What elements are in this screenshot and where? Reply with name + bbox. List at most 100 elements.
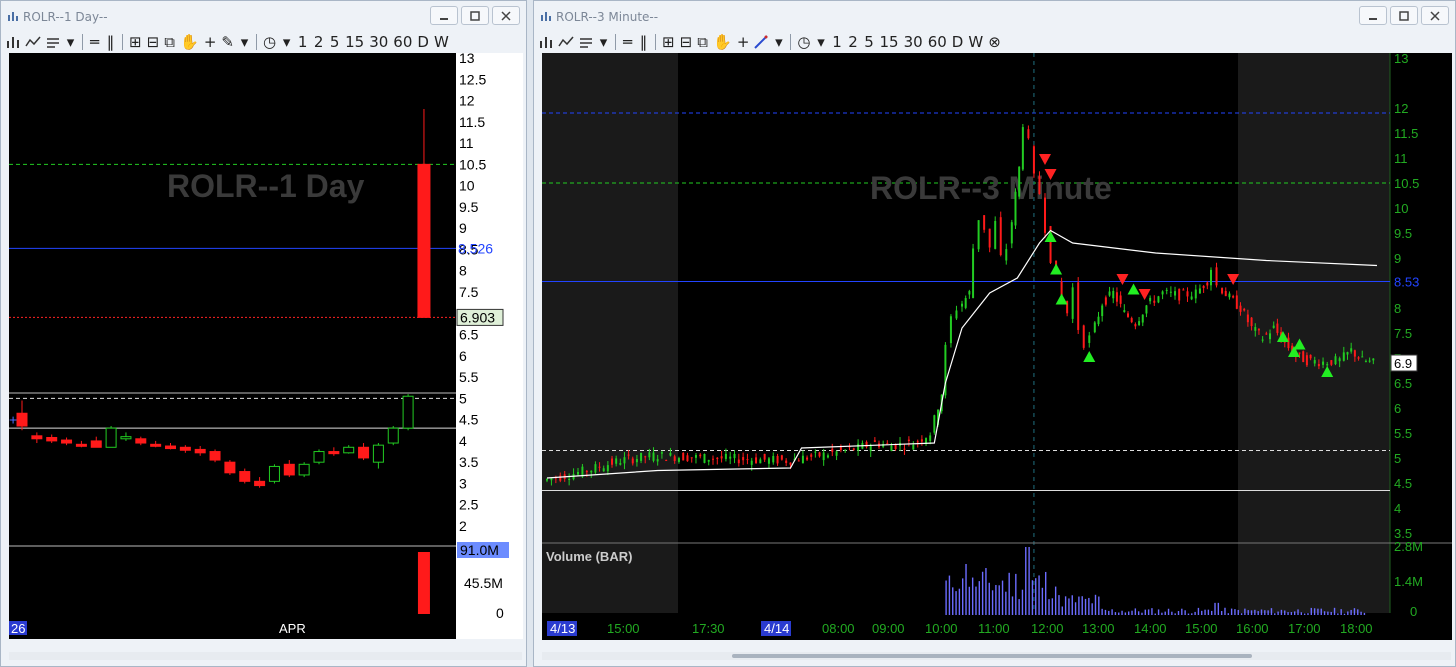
volume-bar [1357, 609, 1359, 615]
volume-bar [1114, 612, 1117, 615]
y-tick-label: 3 [459, 475, 467, 491]
minimize-button[interactable] [430, 6, 458, 25]
candle-body [903, 448, 906, 450]
timeframe-button[interactable]: 2 [847, 32, 860, 52]
timeframe-button[interactable]: D [416, 32, 430, 52]
vline-icon[interactable]: ‖ [104, 32, 117, 52]
candle-body [822, 452, 825, 461]
hand-icon[interactable]: ✋ [712, 32, 733, 52]
candle-body [1350, 348, 1353, 352]
zoom-in-icon[interactable]: ⊞ [128, 32, 143, 52]
chevron-down-icon[interactable]: ▾ [597, 32, 610, 52]
timeframe-button[interactable]: 30 [368, 32, 389, 52]
crosshair-icon[interactable]: + [203, 32, 218, 52]
candle-body [1298, 352, 1301, 354]
chevron-down-icon[interactable]: ▾ [64, 32, 77, 52]
timeframe-button[interactable]: 5 [863, 32, 876, 52]
candle-body [417, 163, 431, 318]
candle-body [873, 440, 876, 442]
hline-icon[interactable]: ═ [621, 32, 634, 52]
maximize-button[interactable] [1390, 6, 1418, 25]
chevron-down-icon[interactable]: ▾ [772, 32, 785, 52]
chevron-down-icon[interactable]: ▾ [280, 32, 293, 52]
chart-watermark: ROLR--3 Minute [870, 170, 1112, 206]
line-chart-icon[interactable] [24, 32, 42, 52]
timeframe-button[interactable]: 5 [328, 32, 341, 52]
titlebar-daily[interactable]: ROLR--1 Day-- [1, 1, 526, 31]
volume-bar [1101, 608, 1103, 615]
daily-chart[interactable]: 1312.51211.51110.5109.598.587.576.565.55… [9, 53, 523, 639]
volume-bar [1131, 610, 1133, 615]
candle-body [1018, 166, 1021, 197]
bar-chart-icon[interactable] [538, 32, 554, 52]
volume-bar [1191, 613, 1193, 615]
clock-icon[interactable]: ◷ [796, 32, 811, 52]
candle-body [46, 437, 58, 442]
volume-bar [1144, 609, 1146, 615]
volume-bar [1303, 613, 1306, 615]
candle-body [1186, 291, 1189, 297]
crosshair-icon[interactable]: + [736, 32, 751, 52]
zoom-out-icon[interactable]: ⊟ [679, 32, 694, 52]
candle-body [611, 458, 614, 465]
volume-bar [1147, 609, 1150, 615]
volume-bar [1048, 599, 1050, 615]
volume-bar [1051, 598, 1054, 615]
hand-icon[interactable]: ✋ [179, 32, 200, 52]
candle-body [298, 463, 310, 476]
clock-icon[interactable]: ◷ [262, 32, 277, 52]
timeframe-button[interactable]: 1 [831, 32, 844, 52]
window-title: ROLR--1 Day-- [23, 10, 108, 24]
horizontal-scrollbar[interactable] [9, 652, 522, 660]
trendline-icon[interactable] [753, 32, 769, 52]
candle-body [844, 449, 847, 451]
x-tick-label: 15:00 [1185, 621, 1218, 636]
zoom-in-icon[interactable]: ⊞ [661, 32, 676, 52]
horizontal-scrollbar[interactable] [542, 652, 1451, 660]
timeframe-button[interactable]: 15 [344, 32, 365, 52]
pencil-icon[interactable]: ✎ [220, 32, 235, 52]
y-tick-label: 6.5 [1394, 376, 1412, 391]
vline-icon[interactable]: ‖ [637, 32, 650, 52]
timeframe-button[interactable]: 1 [296, 32, 309, 52]
candle-body [1108, 291, 1111, 296]
maximize-button[interactable] [461, 6, 489, 25]
titlebar-intraday[interactable]: ROLR--3 Minute-- [534, 1, 1455, 31]
bar-chart-icon[interactable] [5, 32, 21, 52]
close-button[interactable] [1421, 6, 1449, 25]
candle-body [780, 455, 783, 460]
candle-body [1287, 337, 1290, 349]
chevron-down-icon[interactable]: ▾ [238, 32, 251, 52]
intraday-chart[interactable]: 131211.51110.5109.598.5387.576.565.554.5… [542, 53, 1452, 640]
volume-tick-label: 45.5M [464, 575, 503, 591]
timeframe-button[interactable]: 15 [879, 32, 900, 52]
chevron-down-icon[interactable]: ▾ [815, 32, 828, 52]
study-icon[interactable] [45, 32, 61, 52]
candle-body [857, 443, 860, 451]
close-button[interactable] [492, 6, 520, 25]
candle-body [1235, 295, 1238, 309]
zoom-out-icon[interactable]: ⊟ [146, 32, 161, 52]
timeframe-button[interactable]: 60 [927, 32, 948, 52]
timeframe-button[interactable]: 60 [392, 32, 413, 52]
line-chart-icon[interactable] [557, 32, 575, 52]
candle-body [568, 478, 571, 480]
y-tick-label: 11 [1394, 151, 1408, 166]
study-icon[interactable] [578, 32, 594, 52]
hline-icon[interactable]: ═ [88, 32, 101, 52]
timeframe-button[interactable]: W [967, 32, 984, 52]
cancel-circle-icon[interactable]: ⊗ [987, 32, 1002, 52]
y-tick-label: 12 [459, 93, 475, 109]
candle-body [590, 470, 593, 473]
candle-body [699, 454, 702, 457]
zoom-box-icon[interactable]: ⧉ [163, 32, 176, 52]
zoom-box-icon[interactable]: ⧉ [696, 32, 709, 52]
timeframe-button[interactable]: 30 [903, 32, 924, 52]
minimize-button[interactable] [1359, 6, 1387, 25]
timeframe-button[interactable]: 2 [312, 32, 325, 52]
timeframe-button[interactable]: D [951, 32, 965, 52]
volume-bar [945, 580, 947, 615]
candle-body [402, 395, 414, 429]
timeframe-button[interactable]: W [433, 32, 450, 52]
volume-tick-label: 0 [496, 605, 504, 621]
